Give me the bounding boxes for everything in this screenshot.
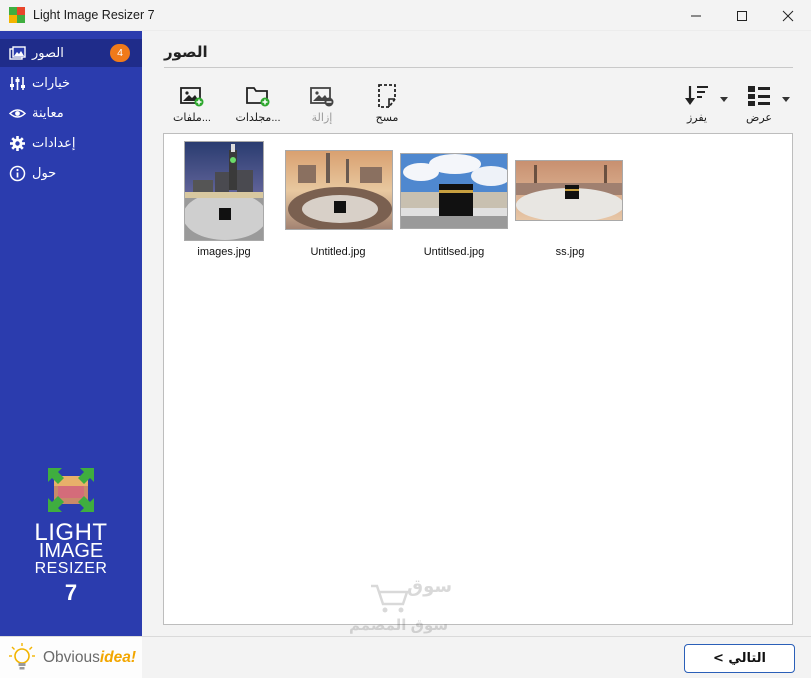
add-folders-label: مجلدات... <box>235 112 281 124</box>
app-logo-icon <box>9 7 25 23</box>
sidebar-item-preview[interactable]: معاينة <box>0 99 142 127</box>
close-icon <box>782 10 794 21</box>
clear-button[interactable]: مسح <box>362 83 412 125</box>
view-dropdown-arrow-icon[interactable] <box>782 97 790 102</box>
remove-button[interactable]: إزالة <box>297 83 347 125</box>
sidebar-item-label: الصور <box>32 45 64 60</box>
view-button[interactable]: عرض <box>734 83 784 125</box>
info-icon <box>9 165 26 182</box>
main-panel: الصور ملفات... مجلدات... إزالة مسح يفرز … <box>142 31 811 636</box>
photo-kaaba-blue-sky <box>400 153 508 229</box>
sidebar-item-label: معاينة <box>32 105 64 120</box>
logo-text-version: 7 <box>64 580 78 605</box>
sidebar-item-images[interactable]: الصور 4 <box>0 39 142 67</box>
sort-dropdown-arrow-icon[interactable] <box>720 97 728 102</box>
eye-icon <box>9 109 26 118</box>
cart-icon <box>371 584 409 613</box>
image-filename: Untitlsed.jpg <box>423 246 485 258</box>
add-folders-button[interactable]: مجلدات... <box>233 83 283 125</box>
bottom-bar: < التالي <box>142 636 811 678</box>
minimize-icon <box>691 15 701 16</box>
sidebar-item-about[interactable]: حول <box>0 159 142 187</box>
logo-text-resizer: RESIZER <box>34 560 108 577</box>
photo-kaaba-courtyard <box>515 160 623 221</box>
lightbulb-icon <box>9 643 35 670</box>
image-list[interactable]: images.jpg Untitled.jpg Untitlsed.jpg ss… <box>163 133 793 625</box>
sort-icon <box>685 86 708 105</box>
window-title: Light Image Resizer 7 <box>33 8 155 22</box>
add-files-button[interactable]: ملفات... <box>167 83 217 125</box>
clear-list-icon <box>378 84 396 108</box>
images-icon <box>9 46 26 60</box>
sliders-icon <box>10 77 25 90</box>
title-divider <box>164 67 793 68</box>
remove-label: إزالة <box>311 112 333 124</box>
minimize-button[interactable] <box>673 0 719 31</box>
view-list-icon <box>748 86 770 106</box>
maximize-button[interactable] <box>719 0 765 31</box>
image-count-badge: 4 <box>110 44 130 62</box>
image-filename: ss.jpg <box>555 246 585 258</box>
watermark: سوق سوق المصمم <box>349 576 453 634</box>
title-bar: Light Image Resizer 7 <box>0 0 811 31</box>
photo-kaaba-aerial-sunset <box>285 150 393 230</box>
next-button[interactable]: < التالي <box>684 644 795 673</box>
sort-label: يفرز <box>686 112 707 124</box>
add-folder-icon <box>246 87 270 107</box>
photo-mecca-clock-tower <box>184 141 264 241</box>
sidebar-item-label: خيارات <box>32 75 71 90</box>
image-filename: Untitled.jpg <box>310 246 366 258</box>
sidebar-item-label: إعدادات <box>32 135 76 150</box>
product-logo-icon <box>48 468 94 512</box>
add-image-icon <box>180 87 204 107</box>
view-label: عرض <box>746 112 772 124</box>
clear-label: مسح <box>375 112 399 124</box>
remove-image-icon <box>310 87 334 107</box>
sidebar-item-label: حول <box>32 165 57 180</box>
page-title: الصور <box>164 44 208 61</box>
maximize-icon <box>737 10 747 21</box>
brand-bar[interactable]: Obviousidea! <box>0 636 142 678</box>
gear-icon <box>10 136 25 151</box>
brand-name: Obviousidea! <box>43 649 137 666</box>
close-button[interactable] <box>765 0 811 31</box>
image-filename: images.jpg <box>197 246 251 258</box>
sort-button[interactable]: يفرز <box>672 83 722 125</box>
add-files-label: ملفات... <box>173 112 211 124</box>
sidebar: الصور 4 خيارات معاينة إعدادات حول LIGHT … <box>0 31 142 636</box>
sidebar-item-options[interactable]: خيارات <box>0 69 142 97</box>
sidebar-item-settings[interactable]: إعدادات <box>0 129 142 157</box>
